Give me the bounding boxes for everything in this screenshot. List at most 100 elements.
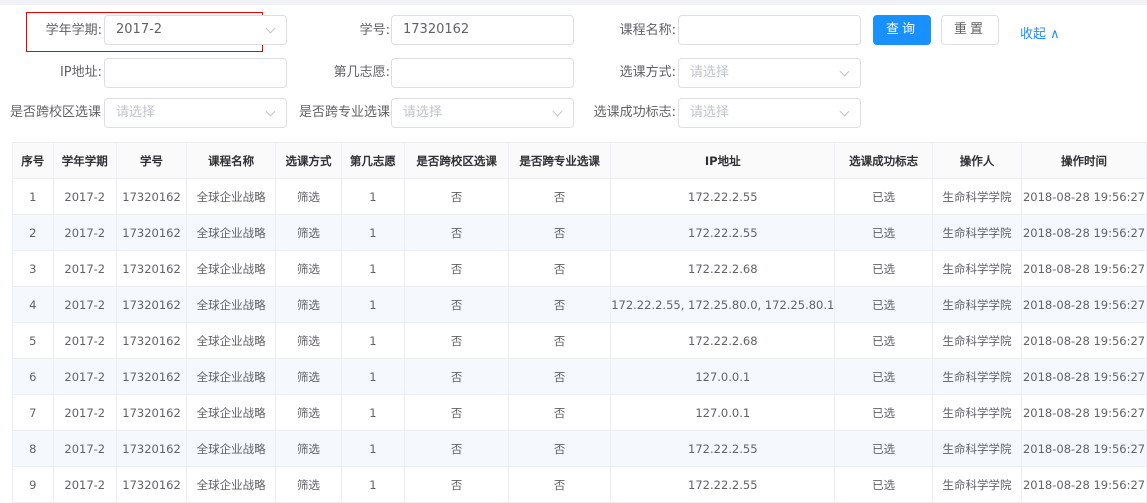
table-cell: 否 (508, 322, 612, 359)
ip-input[interactable] (104, 58, 287, 88)
table-cell: 2017-2 (52, 178, 117, 215)
top-bar (0, 0, 1147, 5)
success-flag-select[interactable]: 请选择 (678, 98, 861, 128)
table-row[interactable]: 7 2017-2 17320162 全球企业战略 筛选 1 否否 127.0.0.1 已选 生命科… (12, 394, 1147, 431)
term-value: 2017-2 (116, 22, 163, 37)
term-select[interactable]: 2017-2 (104, 15, 287, 45)
course-name-label: 课程名称: (619, 23, 676, 38)
student-id-label: 学号: (359, 23, 390, 38)
table-cell: 17320162 (115, 286, 188, 323)
table-cell: 2017-2 (52, 430, 117, 467)
table-cell: 17320162 (115, 178, 188, 215)
table-cell: 否 (508, 394, 612, 431)
success-flag-placeholder: 请选择 (690, 105, 730, 120)
table-row[interactable]: 1 2017-2 17320162 全球企业战略 筛选 1 否否 172.22.2.55 已选生… (12, 178, 1147, 215)
method-placeholder: 请选择 (690, 65, 730, 80)
table-cell: 9 (12, 466, 54, 503)
search-button[interactable]: 查询 (873, 15, 931, 45)
table-cell: 筛选 (275, 214, 342, 251)
table-row[interactable]: 2 2017-2 17320162 全球企业战略 筛选 1 否否 172.22.2.55 已选生… (12, 214, 1147, 251)
column-header: 是否跨专业选课 (508, 142, 612, 179)
table-cell: 否 (404, 322, 510, 359)
table-cell: 筛选 (275, 358, 342, 395)
table-cell: 否 (404, 430, 510, 467)
cross-campus-select[interactable]: 请选择 (104, 98, 287, 128)
table-cell: 5 (12, 322, 54, 359)
table-cell: 筛选 (275, 466, 342, 503)
student-id-input[interactable]: 17320162 (391, 15, 574, 45)
table-cell: 6 (12, 358, 54, 395)
table-cell: 7 (12, 394, 54, 431)
cross-major-select[interactable]: 请选择 (391, 98, 574, 128)
table-cell: 否 (508, 466, 612, 503)
table-cell: 172.22.2.68 (610, 250, 836, 287)
term-label: 学年学期: (45, 23, 102, 38)
reset-button[interactable]: 重置 (941, 15, 999, 45)
table-cell: 2018-08-28 19:56:27 (1021, 178, 1147, 215)
table-row[interactable]: 8 2017-2 17320162 全球企业战略 筛选 1 否否 172.22.2.55 已选生… (12, 430, 1147, 467)
method-label: 选课方式: (619, 65, 676, 80)
table-cell: 2017-2 (52, 394, 117, 431)
table-cell: 172.22.2.55 (610, 466, 836, 503)
table-cell: 17320162 (115, 466, 188, 503)
column-header: 课程名称 (186, 142, 277, 179)
chevron-down-icon (839, 66, 850, 77)
table-cell: 172.22.2.55 (610, 178, 836, 215)
table-cell: 2018-08-28 19:56:27 (1021, 430, 1147, 467)
table-cell: 生命科学学院 (931, 322, 1023, 359)
table-cell: 筛选 (275, 322, 342, 359)
table-cell: 生命科学学院 (931, 178, 1023, 215)
table-cell: 筛选 (275, 430, 342, 467)
table-cell: 17320162 (115, 250, 188, 287)
table-cell: 2018-08-28 19:56:27 (1021, 286, 1147, 323)
success-flag-label: 选课成功标志: (593, 105, 676, 120)
table-row[interactable]: 4 2017-2 17320162 全球企业战略 筛选 1 否否 172.22.2.55, 1… (12, 286, 1147, 323)
column-header: 学号 (115, 142, 188, 179)
column-header: 选课方式 (275, 142, 342, 179)
table-cell: 已选 (834, 250, 933, 287)
table-cell: 生命科学学院 (931, 358, 1023, 395)
course-name-input[interactable] (678, 15, 861, 45)
table-cell: 127.0.0.1 (610, 394, 836, 431)
table-cell: 17320162 (115, 358, 188, 395)
table-cell: 否 (404, 214, 510, 251)
table-cell: 已选 (834, 358, 933, 395)
table-cell: 17320162 (115, 322, 188, 359)
table-cell: 全球企业战略 (186, 178, 277, 215)
cross-major-label: 是否跨专业选课: (299, 105, 391, 120)
table-cell: 17320162 (115, 214, 188, 251)
ip-label: IP地址: (59, 65, 102, 80)
column-header: 学年学期 (52, 142, 117, 179)
column-header: 选课成功标志 (834, 142, 933, 179)
table-cell: 生命科学学院 (931, 286, 1023, 323)
table-cell: 已选 (834, 286, 933, 323)
table-cell: 生命科学学院 (931, 430, 1023, 467)
table-row[interactable]: 3 2017-2 17320162 全球企业战略 筛选 1 否否 172.22.2.68 已选生… (12, 250, 1147, 287)
table-cell: 1 (340, 394, 406, 431)
table-cell: 全球企业战略 (186, 394, 277, 431)
table-cell: 2017-2 (52, 214, 117, 251)
table-cell: 生命科学学院 (931, 466, 1023, 503)
collapse-link[interactable]: 收起 ∧ (1020, 20, 1060, 50)
table-row[interactable]: 9 2017-2 17320162 全球企业战略 筛选 1 否否 172.22.2.55 已选生… (12, 466, 1147, 503)
preference-input[interactable] (391, 58, 574, 88)
table-cell: 生命科学学院 (931, 394, 1023, 431)
table-cell: 否 (508, 214, 612, 251)
table-cell: 1 (340, 466, 406, 503)
table-cell: 1 (340, 286, 406, 323)
table-cell: 1 (340, 358, 406, 395)
table-cell: 2017-2 (52, 466, 117, 503)
table-cell: 筛选 (275, 250, 342, 287)
table-cell: 1 (340, 322, 406, 359)
table-cell: 4 (12, 286, 54, 323)
table-row[interactable]: 5 2017-2 17320162 全球企业战略 筛选 1 否否 172.22.2.68 已选生… (12, 322, 1147, 359)
column-header: 第几志愿 (340, 142, 406, 179)
table-cell: 172.22.2.55 (610, 430, 836, 467)
table-cell: 否 (404, 394, 510, 431)
table-row[interactable]: 6 2017-2 17320162 全球企业战略 筛选 1 否否 127.0.0.1 已选 生命科… (12, 358, 1147, 395)
cross-campus-placeholder: 请选择 (116, 105, 156, 120)
method-select[interactable]: 请选择 (678, 58, 861, 88)
table-cell: 1 (340, 430, 406, 467)
table-cell: 1 (340, 250, 406, 287)
table-cell: 否 (508, 286, 612, 323)
